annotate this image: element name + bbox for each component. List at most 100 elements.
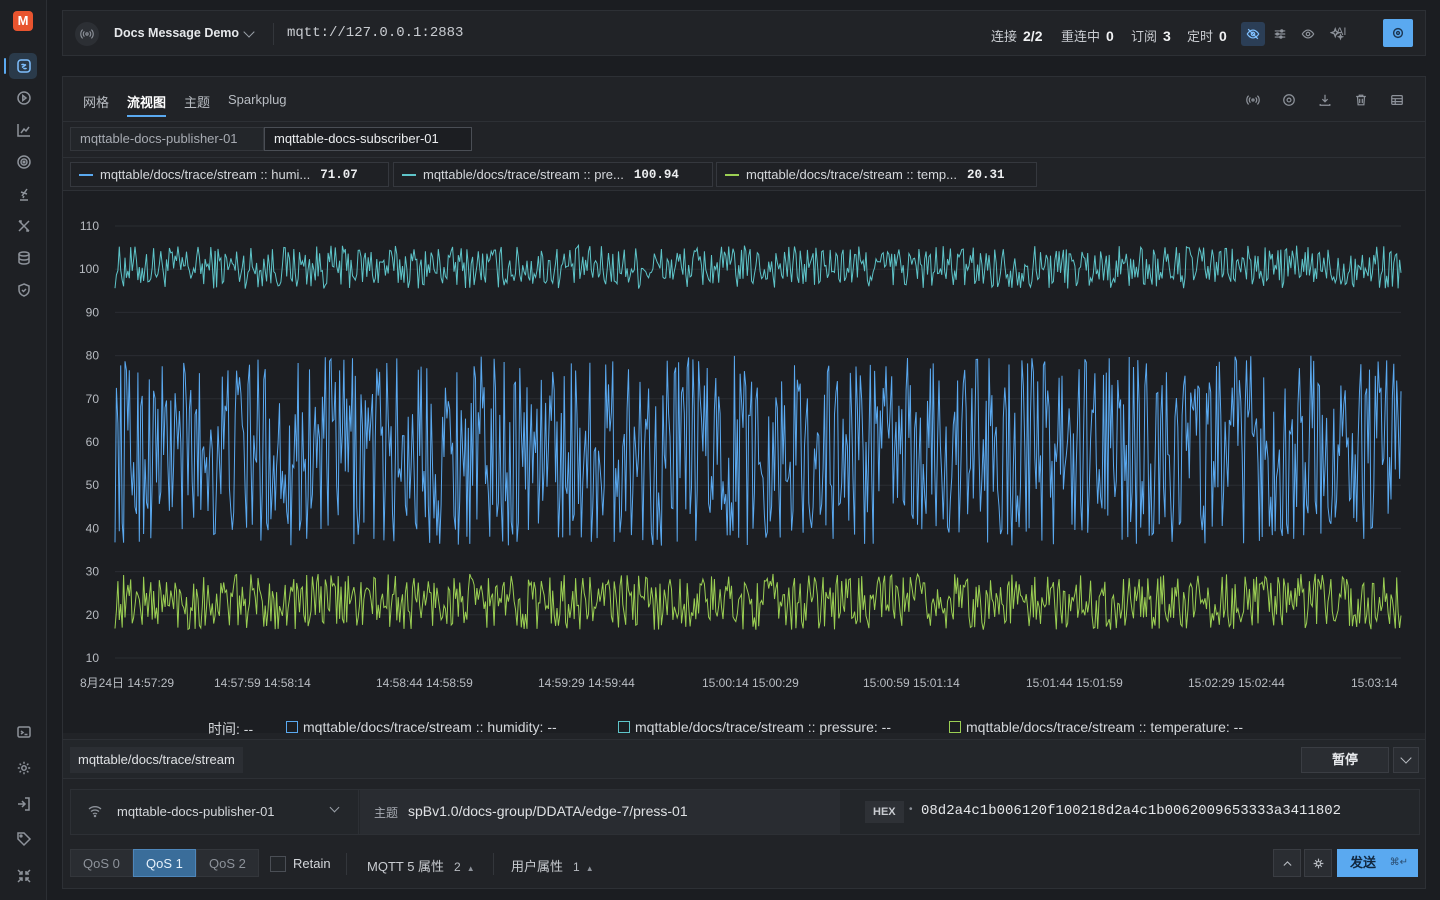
login-icon xyxy=(17,797,30,811)
terminal-icon xyxy=(16,726,31,738)
stat-subscriptions: 订阅 3 xyxy=(1131,28,1171,44)
x-tick-label: 15:03:14 xyxy=(1351,676,1398,690)
series-line-temperature xyxy=(114,572,1402,631)
stream-panel: 网格 流视图 主题 Sparkplug mqttable-docs-publis… xyxy=(62,76,1426,889)
series-chip-value: 100.94 xyxy=(633,167,679,182)
series-chip-label: mqttable/docs/trace/stream :: humi... xyxy=(100,167,311,182)
stream-topic-tag[interactable]: mqttable/docs/trace/stream xyxy=(70,747,243,773)
x-tick-label: 14:57:59 14:58:14 xyxy=(214,676,311,690)
series-chip-humidity[interactable]: mqttable/docs/trace/stream :: humi... 71… xyxy=(70,162,389,187)
legend-item-pressure[interactable]: mqttable/docs/trace/stream :: pressure: … xyxy=(618,719,891,735)
pause-button[interactable]: 暂停 xyxy=(1301,747,1389,773)
y-tick-label: 70 xyxy=(86,392,100,406)
nav-target[interactable] xyxy=(0,146,47,178)
hide-toggle-button[interactable] xyxy=(1241,22,1265,46)
broadcast-icon xyxy=(1246,95,1260,105)
series-chip-label: mqttable/docs/trace/stream :: pre... xyxy=(423,167,624,182)
nav-collapse[interactable] xyxy=(0,860,47,892)
record-button[interactable] xyxy=(1280,91,1298,109)
nav-settings[interactable] xyxy=(0,752,47,784)
nav-tools[interactable] xyxy=(0,210,47,242)
publish-topic-input[interactable]: spBv1.0/docs-group/DDATA/edge-7/press-01 xyxy=(408,803,688,819)
broadcast-button[interactable] xyxy=(1244,91,1262,109)
payload-tools-button[interactable] xyxy=(1304,849,1332,877)
connection-name[interactable]: Docs Message Demo xyxy=(114,26,239,40)
legend-item-temperature[interactable]: mqttable/docs/trace/stream :: temperatur… xyxy=(949,719,1243,735)
chart-legend: 时间: -- mqttable/docs/trace/stream :: hum… xyxy=(63,717,1425,739)
payload-format-select[interactable]: HEX xyxy=(865,801,904,823)
table-layout-button[interactable] xyxy=(1388,91,1406,109)
y-tick-label: 110 xyxy=(80,219,99,233)
nav-connections[interactable] xyxy=(0,50,47,82)
connection-action-button[interactable] xyxy=(1383,19,1413,47)
chevron-up-icon xyxy=(1282,860,1292,866)
nav-charts[interactable] xyxy=(0,114,47,146)
tag-icon xyxy=(16,832,31,847)
chart-icon xyxy=(16,124,30,137)
series-chip-temperature[interactable]: mqttable/docs/trace/stream :: temp... 20… xyxy=(716,162,1037,187)
connection-header: Docs Message Demo mqtt://127.0.0.1:2883 … xyxy=(62,10,1426,56)
filter-settings-button[interactable] xyxy=(1268,22,1292,46)
send-button[interactable]: 发送 ⌘↵ xyxy=(1337,849,1418,877)
user-properties-button[interactable]: 用户属性 1 ▲ xyxy=(511,856,594,875)
line-chart[interactable]: 110 100 90 80 70 60 50 40 30 20 10 8月24日 14:57:29 14… xyxy=(63,191,1425,731)
ai-label[interactable]: AI xyxy=(1336,26,1346,38)
retain-checkbox[interactable] xyxy=(270,856,286,872)
nav-database[interactable] xyxy=(0,242,47,274)
connection-chevron-down-icon[interactable] xyxy=(243,26,255,38)
collapse-icon xyxy=(16,869,31,883)
legend-item-humidity[interactable]: mqttable/docs/trace/stream :: humidity: … xyxy=(286,719,557,735)
play-circle-icon xyxy=(16,91,31,105)
qos-0-button[interactable]: QoS 0 xyxy=(70,849,133,877)
subtab-subscriber[interactable]: mqttable-docs-subscriber-01 xyxy=(264,127,472,151)
connections-icon xyxy=(16,59,31,73)
target-icon xyxy=(1392,27,1404,39)
delete-button[interactable] xyxy=(1352,91,1370,109)
tab-grid[interactable]: 网格 xyxy=(83,92,109,111)
nav-play[interactable] xyxy=(0,82,47,114)
download-icon xyxy=(1319,94,1331,106)
pause-options-chevron-down-icon[interactable] xyxy=(1393,747,1419,773)
download-button[interactable] xyxy=(1316,91,1334,109)
publish-topic-field[interactable]: 主题 spBv1.0/docs-group/DDATA/edge-7/press… xyxy=(360,790,840,834)
preview-button[interactable] xyxy=(1296,22,1320,46)
retain-label[interactable]: Retain xyxy=(293,856,331,871)
x-tick-label: 15:00:14 15:00:29 xyxy=(702,676,799,690)
y-tick-label: 80 xyxy=(86,349,100,363)
legend-time: 时间: -- xyxy=(208,721,254,737)
send-shortcut: ⌘↵ xyxy=(1389,857,1408,868)
subtab-publisher[interactable]: mqttable-docs-publisher-01 xyxy=(70,127,264,151)
gear-icon xyxy=(17,761,30,775)
topic-label: 主题 xyxy=(374,806,399,820)
series-color-swatch xyxy=(402,173,416,176)
series-chip-label: mqttable/docs/trace/stream :: temp... xyxy=(746,167,957,182)
nav-login[interactable] xyxy=(0,788,47,820)
mqtt5-properties-button[interactable]: MQTT 5 属性 2 ▲ xyxy=(367,856,475,875)
payload-input[interactable]: 08d2a4c1b006120f100218d2a4c1b00620096533… xyxy=(921,803,1341,819)
tab-stream-view[interactable]: 流视图 xyxy=(127,92,167,117)
expand-up-button[interactable] xyxy=(1273,849,1301,877)
qos-2-button[interactable]: QoS 2 xyxy=(196,849,259,877)
publisher-client-select[interactable]: mqttable-docs-publisher-01 xyxy=(71,790,359,834)
series-chip-value: 20.31 xyxy=(966,167,1005,182)
y-tick-label: 10 xyxy=(86,651,100,665)
qos-1-button[interactable]: QoS 1 xyxy=(133,849,196,877)
nav-terminal[interactable] xyxy=(0,716,47,748)
y-tick-label: 60 xyxy=(86,435,100,449)
nav-tags[interactable] xyxy=(0,823,47,855)
connection-status-icon[interactable] xyxy=(75,22,99,46)
nav-scripts[interactable] xyxy=(0,178,47,210)
eye-off-icon xyxy=(1246,28,1260,40)
series-color-swatch xyxy=(725,173,739,176)
tab-topics[interactable]: 主题 xyxy=(184,92,210,111)
y-tick-label: 30 xyxy=(86,565,100,579)
nav-security[interactable] xyxy=(0,274,47,306)
stat-timers: 定时 0 xyxy=(1187,28,1227,44)
stream-chart[interactable]: 110 100 90 80 70 60 50 40 30 20 10 8月24日 14:57:29 14… xyxy=(63,191,1425,733)
tab-sparkplug[interactable]: Sparkplug xyxy=(228,92,287,107)
target-icon xyxy=(16,155,31,169)
series-chip-pressure[interactable]: mqttable/docs/trace/stream :: pre... 100… xyxy=(393,162,713,187)
x-tick-label: 15:00:59 15:01:14 xyxy=(863,676,960,690)
stream-topic-bar: mqttable/docs/trace/stream 暂停 xyxy=(63,739,1425,779)
series-chip-bar: mqttable/docs/trace/stream :: humi... 71… xyxy=(63,157,1425,191)
